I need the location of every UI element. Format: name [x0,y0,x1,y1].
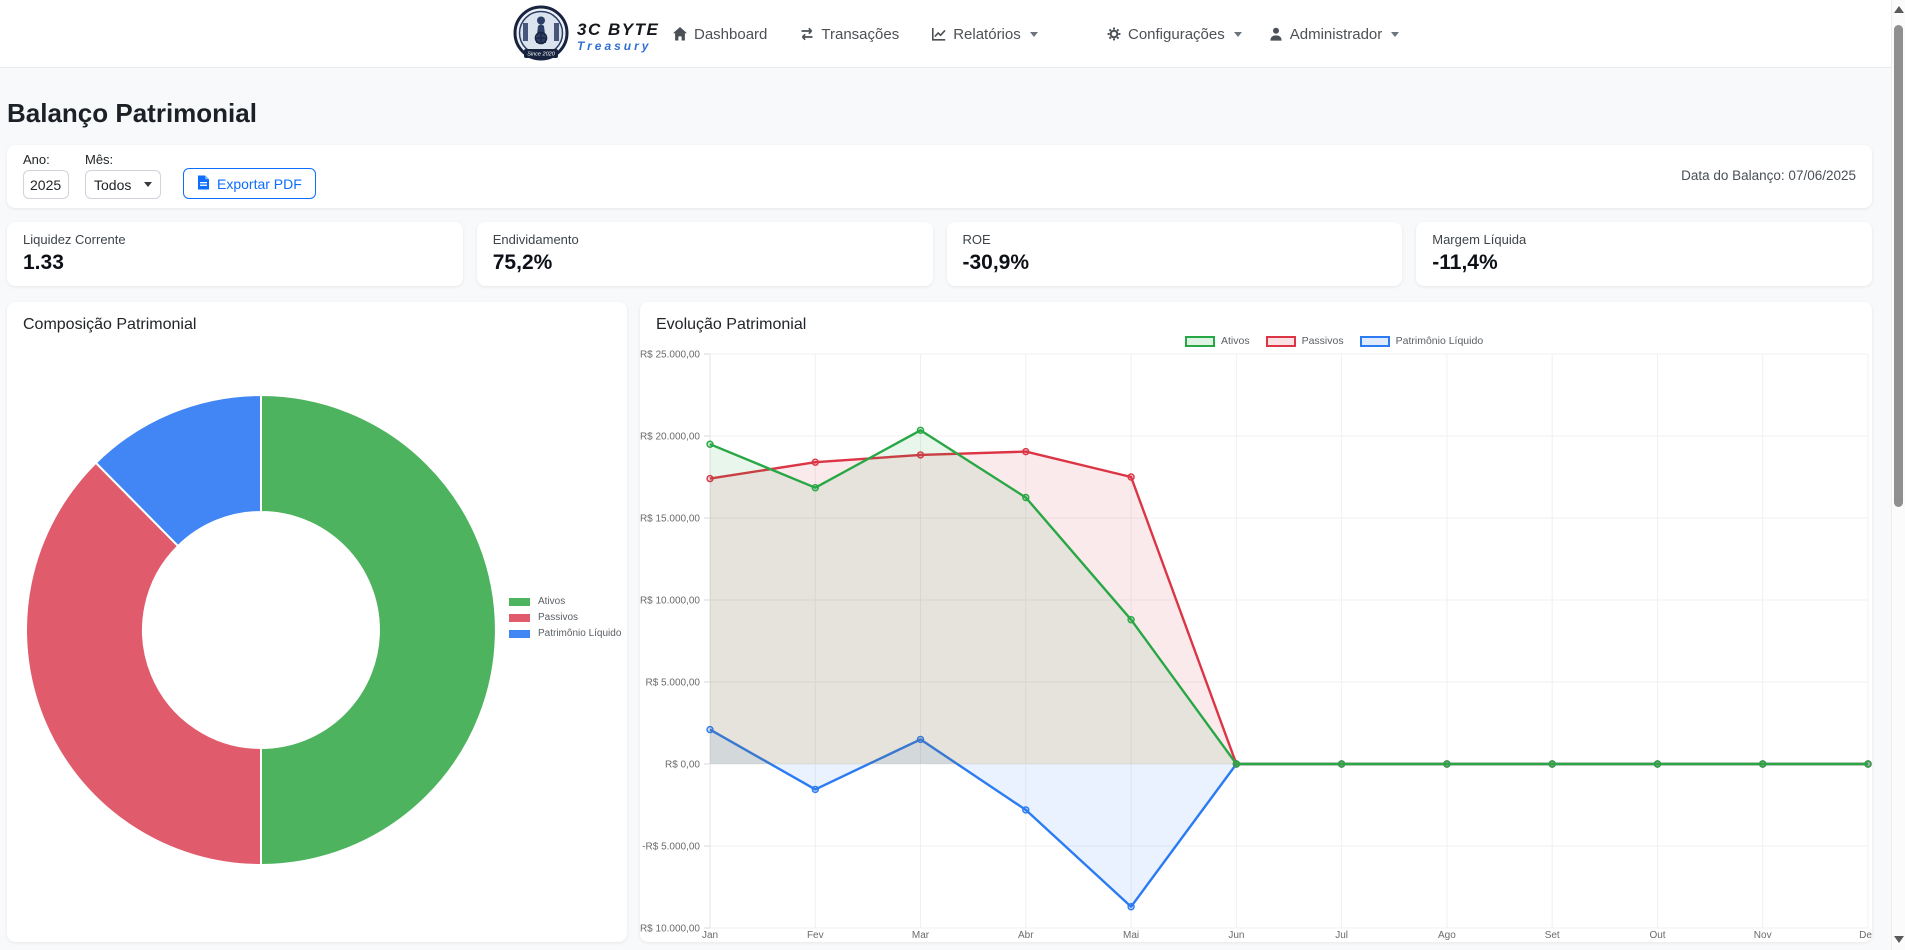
svg-text:-R$ 10.000,00: -R$ 10.000,00 [640,924,700,935]
nav-item-label: Configurações [1128,26,1225,43]
month-select[interactable]: Todos [85,170,161,199]
chart-icon [931,26,947,42]
kpi-label: Liquidez Corrente [23,232,447,247]
nav-item-transacoes[interactable]: Transações [799,26,899,43]
nav-item-dashboard[interactable]: Dashboard [672,26,767,43]
svg-text:Abr: Abr [1018,930,1034,941]
main-content: Balanço Patrimonial Ano: Mês: Todos Expo… [0,98,1905,942]
svg-text:Jan: Jan [702,930,718,941]
svg-text:R$ 5.000,00: R$ 5.000,00 [646,678,701,689]
kpi-label: Endividamento [493,232,917,247]
legend-item-patrimonio[interactable]: Patrimônio Líquido [509,628,621,639]
chevron-down-icon [144,182,152,187]
pdf-file-icon [197,175,210,193]
nav-item-label: Relatórios [953,26,1021,43]
composition-chart-title: Composição Patrimonial [23,316,611,334]
scrollbar-thumb[interactable] [1894,25,1903,507]
home-icon [672,26,688,42]
kpi-card-liquidez: Liquidez Corrente 1.33 [7,222,463,286]
legend-label: Passivos [538,612,578,623]
kpi-card-endividamento: Endividamento 75,2% [477,222,933,286]
month-select-value: Todos [94,177,131,193]
kpi-value: -30,9% [963,251,1387,275]
svg-text:Jul: Jul [1335,930,1348,941]
nav-item-label: Dashboard [694,26,767,43]
svg-text:Mai: Mai [1123,930,1139,941]
page-title: Balanço Patrimonial [7,98,1872,129]
svg-text:R$ 20.000,00: R$ 20.000,00 [640,432,700,443]
evolution-line-chart[interactable]: R$ 25.000,00 R$ 20.000,00 R$ 15.000,00 R$ 1… [640,302,1872,942]
svg-text:Dez: Dez [1859,930,1872,941]
nav-item-relatorios[interactable]: Relatórios [931,26,1038,43]
svg-text:R$ 15.000,00: R$ 15.000,00 [640,514,700,525]
kpi-row: Liquidez Corrente 1.33 Endividamento 75,… [7,222,1872,286]
brand-logo-emblem-icon: Since 2020 [512,5,570,68]
nav-item-administrador[interactable]: Administrador [1268,26,1400,43]
svg-text:Mar: Mar [912,930,930,941]
nav-item-configuracoes[interactable]: Configurações [1106,26,1242,43]
legend-label: Patrimônio Líquido [538,628,621,639]
year-label: Ano: [23,152,69,167]
month-label: Mês: [85,152,161,167]
brand[interactable]: Since 2020 3C BYTE Treasury [512,5,659,68]
chevron-down-icon [1030,32,1038,37]
composition-chart-card: Composição Patrimonial Ativos Passivos P… [7,302,627,942]
nav-item-label: Transações [821,26,899,43]
kpi-label: ROE [963,232,1387,247]
composition-chart-legend: Ativos Passivos Patrimônio Líquido [509,596,621,639]
vertical-scrollbar[interactable] [1891,0,1905,950]
svg-text:R$ 0,00: R$ 0,00 [665,760,700,771]
brand-subtitle: Treasury [577,40,659,52]
year-input[interactable] [23,170,69,199]
brand-name: 3C BYTE [577,21,659,38]
svg-text:Ago: Ago [1438,930,1456,941]
legend-item-passivos[interactable]: Passivos [509,612,621,623]
svg-text:Since 2020: Since 2020 [527,52,555,58]
chevron-down-icon [1391,32,1399,37]
kpi-label: Margem Líquida [1432,232,1856,247]
donut-segment-1[interactable] [26,463,261,865]
legend-swatch [509,630,530,638]
donut-segment-0[interactable] [261,395,496,865]
svg-text:-R$ 5.000,00: -R$ 5.000,00 [642,842,700,853]
year-filter-group: Ano: [23,152,69,199]
user-icon [1268,26,1284,42]
scrollbar-up-arrow-icon[interactable] [1894,6,1904,13]
export-pdf-label: Exportar PDF [217,176,302,192]
kpi-value: 1.33 [23,251,447,275]
nav-item-label: Administrador [1290,26,1383,43]
balance-date-text: Data do Balanço: 07/06/2025 [1681,168,1856,183]
right-nav: Configurações Administrador [1106,0,1399,68]
kpi-card-margem: Margem Líquida -11,4% [1416,222,1872,286]
svg-text:Nov: Nov [1754,930,1772,941]
kpi-value: 75,2% [493,251,917,275]
evolution-chart-card: Evolução Patrimonial Ativos Passivos Pat… [640,302,1872,942]
svg-text:Out: Out [1649,930,1665,941]
svg-text:R$ 10.000,00: R$ 10.000,00 [640,596,700,607]
legend-swatch [509,614,530,622]
legend-item-ativos[interactable]: Ativos [509,596,621,607]
svg-text:R$ 25.000,00: R$ 25.000,00 [640,350,700,361]
filter-bar: Ano: Mês: Todos Exportar PDF Data do Bal… [7,145,1872,208]
main-nav: Dashboard Transações Relatórios [672,0,1038,68]
month-filter-group: Mês: Todos [85,152,161,199]
scrollbar-down-arrow-icon[interactable] [1894,936,1904,943]
gear-icon [1106,26,1122,42]
charts-row: Composição Patrimonial Ativos Passivos P… [7,302,1872,942]
kpi-card-roe: ROE -30,9% [947,222,1403,286]
export-pdf-button[interactable]: Exportar PDF [183,168,316,199]
svg-text:Jun: Jun [1228,930,1244,941]
transfer-icon [799,26,815,42]
svg-text:Fev: Fev [807,930,824,941]
kpi-value: -11,4% [1432,251,1856,275]
legend-label: Ativos [538,596,565,607]
chevron-down-icon [1234,32,1242,37]
svg-text:Set: Set [1545,930,1560,941]
navbar: Since 2020 3C BYTE Treasury Dashboard Tr… [0,0,1905,68]
legend-swatch [509,598,530,606]
composition-donut-chart[interactable] [21,380,501,880]
